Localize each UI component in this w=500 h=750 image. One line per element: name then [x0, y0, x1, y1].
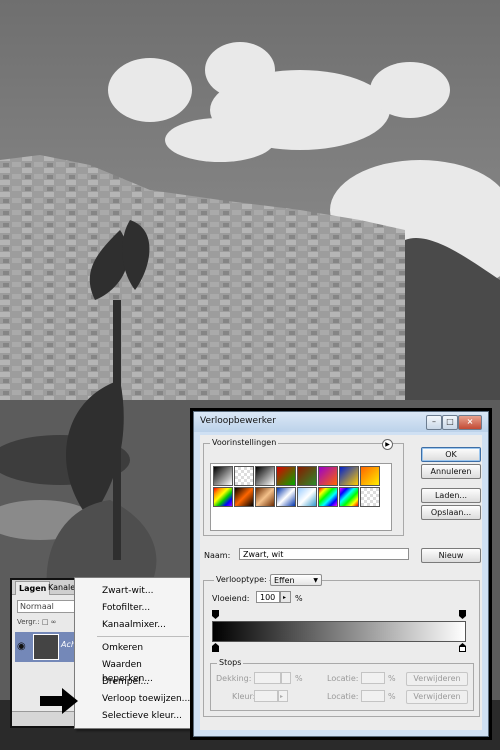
- gradient-type-group: Verlooptype: Effen ▼ Vloeiend: 100 ▸ % S…: [203, 574, 480, 717]
- location-unit-opacity: %: [388, 674, 396, 683]
- minimize-icon[interactable]: –: [426, 415, 442, 430]
- color-swatch-field[interactable]: [254, 690, 278, 702]
- presets-grid: [210, 463, 392, 531]
- type-label: Verlooptype:: [214, 575, 269, 584]
- preset-swatch[interactable]: [255, 466, 275, 486]
- opacity-field[interactable]: [254, 672, 281, 684]
- menu-arrow-icon[interactable]: ▶: [382, 439, 393, 450]
- stops-group: Stops Dekking: % Locatie: % Verwijderen …: [210, 658, 474, 711]
- location-field-opacity[interactable]: [361, 672, 385, 684]
- smoothness-unit: %: [295, 594, 303, 603]
- color-dropdown-arrow-icon[interactable]: ▸: [278, 690, 288, 702]
- presets-label: Voorinstellingen: [210, 438, 279, 447]
- preset-swatch[interactable]: [360, 466, 380, 486]
- preset-swatch[interactable]: [234, 487, 254, 507]
- menu-separator: [97, 636, 189, 637]
- presets-group: Voorinstellingen ▶: [203, 438, 404, 536]
- pointer-arrow-icon: [40, 688, 78, 714]
- menu-item-photo-filter[interactable]: Fotofilter...: [102, 601, 150, 615]
- name-field[interactable]: Zwart, wit: [239, 548, 409, 560]
- layer-thumbnail: [33, 634, 59, 660]
- delete-color-stop-button[interactable]: Verwijderen: [406, 690, 468, 704]
- menu-item-posterize[interactable]: Waarden beperken...: [102, 658, 193, 684]
- preset-swatch[interactable]: [318, 487, 338, 507]
- menu-item-threshold[interactable]: Drempel...: [102, 675, 149, 689]
- maximize-icon[interactable]: □: [442, 415, 458, 430]
- color-stop-left[interactable]: [212, 643, 219, 652]
- opacity-stop-right[interactable]: [459, 610, 466, 619]
- opacity-unit: %: [295, 674, 303, 683]
- menu-item-gradient-map[interactable]: Verloop toewijzen...: [102, 692, 190, 706]
- preset-swatch[interactable]: [276, 487, 296, 507]
- save-button[interactable]: Opslaan...: [421, 505, 481, 520]
- lock-row: Vergr.: □ ∞: [17, 618, 57, 626]
- smoothness-label: Vloeiend:: [212, 594, 250, 603]
- opacity-stepper[interactable]: [281, 672, 291, 684]
- opacity-stop-left[interactable]: [212, 610, 219, 619]
- smoothness-field[interactable]: 100: [256, 591, 280, 603]
- location-unit-color: %: [388, 692, 396, 701]
- menu-item-selective-color[interactable]: Selectieve kleur...: [102, 709, 182, 723]
- location-field-color[interactable]: [361, 690, 385, 702]
- location-label-color: Locatie:: [327, 692, 359, 701]
- new-button[interactable]: Nieuw: [421, 548, 481, 563]
- ok-button[interactable]: OK: [421, 447, 481, 462]
- preset-swatch[interactable]: [234, 466, 254, 486]
- opacity-label: Dekking:: [216, 674, 252, 683]
- cancel-button[interactable]: Annuleren: [421, 464, 481, 479]
- preset-swatch[interactable]: [297, 466, 317, 486]
- preset-swatch[interactable]: [213, 466, 233, 486]
- preset-swatch[interactable]: [276, 466, 296, 486]
- preset-swatch[interactable]: [339, 487, 359, 507]
- chain-link-icon[interactable]: ∞: [51, 618, 57, 626]
- color-stop-right[interactable]: [459, 643, 466, 652]
- preset-swatch[interactable]: [318, 466, 338, 486]
- preset-swatch[interactable]: [213, 487, 233, 507]
- dropdown-arrow-icon: ▼: [313, 577, 318, 584]
- window-frame: Verloopbewerker – □ × Voorinstellingen ▶: [193, 411, 489, 737]
- menu-item-channel-mixer[interactable]: Kanaalmixer...: [102, 618, 166, 632]
- smoothness-stepper[interactable]: ▸: [280, 591, 291, 603]
- adjustment-menu: Zwart-wit... Fotofilter... Kanaalmixer..…: [74, 577, 194, 729]
- close-icon[interactable]: ×: [458, 415, 482, 430]
- window-title: Verloopbewerker: [200, 416, 276, 426]
- delete-opacity-stop-button[interactable]: Verwijderen: [406, 672, 468, 686]
- menu-item-black-white[interactable]: Zwart-wit...: [102, 584, 154, 598]
- preset-swatch[interactable]: [360, 487, 380, 507]
- title-bar[interactable]: Verloopbewerker – □ ×: [194, 412, 488, 432]
- preset-swatch[interactable]: [297, 487, 317, 507]
- gradient-type-select[interactable]: Effen ▼: [270, 574, 322, 586]
- window-client: Voorinstellingen ▶ OK Annuleren Laden...…: [200, 435, 482, 730]
- location-label-opacity: Locatie:: [327, 674, 359, 683]
- gradient-editor-window: Verloopbewerker – □ × Voorinstellingen ▶: [190, 408, 492, 740]
- name-label: Naam:: [204, 551, 231, 560]
- eye-icon[interactable]: ◉: [17, 641, 26, 652]
- lock-label: Vergr.:: [17, 618, 40, 626]
- menu-item-invert[interactable]: Omkeren: [102, 641, 143, 655]
- stops-label: Stops: [217, 658, 244, 667]
- gradient-type-value: Effen: [274, 576, 295, 585]
- color-label: Kleur:: [232, 692, 256, 701]
- lock-icon[interactable]: □: [42, 618, 49, 626]
- preset-swatch[interactable]: [339, 466, 359, 486]
- gradient-preview-bar[interactable]: [212, 621, 466, 642]
- load-button[interactable]: Laden...: [421, 488, 481, 503]
- preset-swatch[interactable]: [255, 487, 275, 507]
